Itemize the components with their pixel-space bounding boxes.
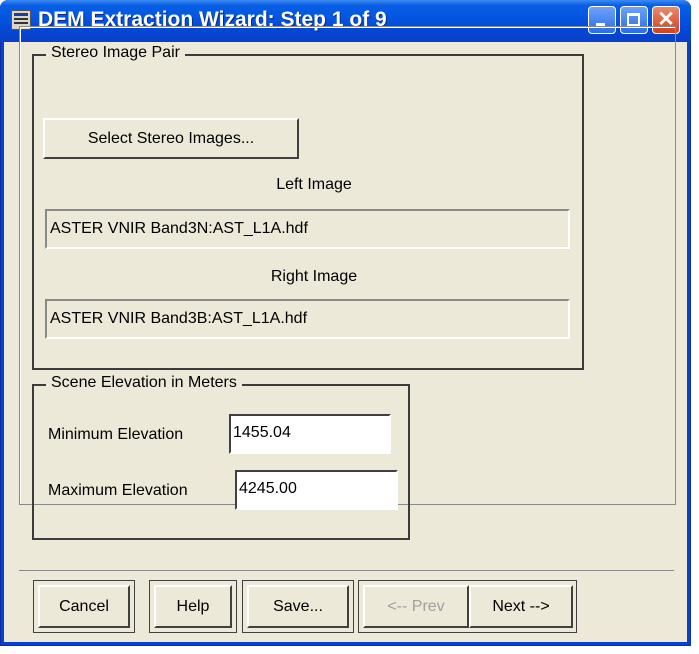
button-bar-divider (19, 570, 674, 572)
prev-button[interactable]: <-- Prev (363, 585, 469, 628)
maximize-icon (627, 13, 640, 26)
stereo-group-legend: Stereo Image Pair (46, 44, 185, 62)
right-image-label: Right Image (270, 268, 358, 285)
cancel-button[interactable]: Cancel (38, 585, 130, 628)
left-image-label: Left Image (276, 176, 352, 193)
minimum-elevation-input[interactable]: 1455.04 (229, 414, 391, 454)
select-stereo-images-button[interactable]: Select Stereo Images... (43, 118, 299, 159)
elevation-group-legend: Scene Elevation in Meters (46, 374, 242, 392)
help-button[interactable]: Help (154, 585, 232, 628)
save-button[interactable]: Save... (247, 585, 349, 628)
right-image-field: ASTER VNIR Band3B:AST_L1A.hdf (45, 299, 570, 339)
scene-elevation-group: Scene Elevation in Meters (32, 374, 410, 540)
maximum-elevation-label: Maximum Elevation (48, 482, 188, 499)
minimum-elevation-label: Minimum Elevation (48, 426, 184, 443)
next-button[interactable]: Next --> (469, 585, 573, 628)
maximum-elevation-input[interactable]: 4245.00 (235, 470, 398, 510)
left-image-field: ASTER VNIR Band3N:AST_L1A.hdf (45, 209, 570, 249)
